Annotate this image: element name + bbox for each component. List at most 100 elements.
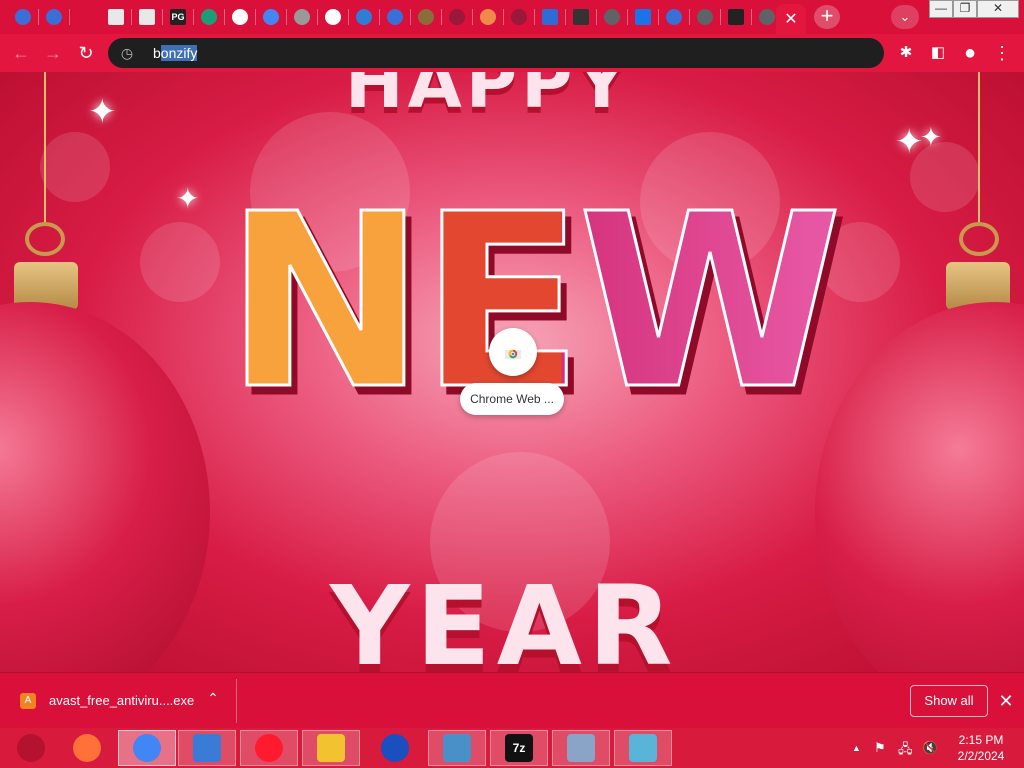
taskbar-malwarebytes[interactable]: [366, 730, 424, 766]
page-icon: [108, 9, 124, 25]
folder-icon: [317, 734, 345, 762]
tab-14[interactable]: [443, 4, 471, 30]
browser-toolbar: ← → ↻ ◷ bonzify ✱ ◧ ● ⋮: [0, 34, 1024, 72]
avatar-icon: [480, 9, 496, 25]
reload-button[interactable]: ↻: [73, 40, 99, 66]
globe-icon: [15, 9, 31, 25]
ornament-right: [815, 302, 1024, 672]
google-icon: [325, 9, 341, 25]
tab-23[interactable]: [722, 4, 750, 30]
back-button[interactable]: ←: [8, 40, 34, 66]
tab-separator: [472, 9, 473, 25]
taskbar-system-monitor[interactable]: [552, 730, 610, 766]
close-shelf-icon[interactable]: ✕: [996, 689, 1016, 713]
taskbar-file-explorer[interactable]: [302, 730, 360, 766]
shelf-divider: [236, 679, 237, 723]
pg-logo-icon: PG: [170, 9, 186, 25]
new-tab-page: ✦ ✦ ✦ ✦ HAPPY NEW YEAR Chrome Web ...: [0, 72, 1024, 672]
tab-11[interactable]: [350, 4, 378, 30]
download-shelf: A avast_free_antiviru....exe ⌃ Show all …: [0, 672, 1024, 728]
search-icon: [697, 9, 713, 25]
system-clock[interactable]: 2:15 PM 2/2/2024: [954, 732, 1008, 764]
7zip-icon: 7z: [505, 734, 533, 762]
tab-strip: PG ✕ + ⌄ — ❐ ✕: [0, 0, 1024, 34]
photo-icon: [443, 734, 471, 762]
tab-16[interactable]: [505, 4, 533, 30]
taskbar-control-panel[interactable]: [178, 730, 236, 766]
tab-5[interactable]: PG: [164, 4, 192, 30]
tab-8[interactable]: [257, 4, 285, 30]
tab-22[interactable]: [691, 4, 719, 30]
tab-separator: [720, 9, 721, 25]
action-center-flag-icon[interactable]: ⚑: [874, 740, 886, 756]
extensions-icon[interactable]: ✱: [893, 40, 919, 66]
side-panel-icon[interactable]: ◧: [925, 40, 951, 66]
show-all-button[interactable]: Show all: [910, 685, 988, 717]
close-tab-icon[interactable]: ✕: [784, 9, 797, 29]
tab-6[interactable]: [195, 4, 223, 30]
tab-9[interactable]: [288, 4, 316, 30]
address-bar[interactable]: ◷ bonzify: [108, 38, 884, 68]
tab-4[interactable]: [133, 4, 161, 30]
globe-icon: [666, 9, 682, 25]
chrome-icon: [133, 734, 161, 762]
taskbar-start[interactable]: [2, 730, 60, 766]
tab-separator: [410, 9, 411, 25]
taskbar-photos[interactable]: [428, 730, 486, 766]
tab-18[interactable]: [567, 4, 595, 30]
tab-10[interactable]: [319, 4, 347, 30]
robot-icon: [449, 9, 465, 25]
app-window-icon: [542, 9, 558, 25]
tab-21[interactable]: [660, 4, 688, 30]
restore-button[interactable]: ❐: [953, 0, 977, 18]
globe-icon: [387, 9, 403, 25]
taskbar-7zip[interactable]: 7z: [490, 730, 548, 766]
tab-7[interactable]: [226, 4, 254, 30]
tab-17[interactable]: [536, 4, 564, 30]
download-file-name[interactable]: avast_free_antiviru....exe: [49, 693, 194, 708]
taskbar-opera[interactable]: [240, 730, 298, 766]
new-tab-button[interactable]: +: [814, 5, 840, 29]
tab-1[interactable]: [9, 4, 37, 30]
tab-separator: [38, 9, 39, 25]
tab-3[interactable]: [102, 4, 130, 30]
tray-overflow-chevron-icon[interactable]: ▲: [852, 743, 861, 753]
window-close-button[interactable]: ✕: [977, 0, 1019, 18]
chrome-menu-icon[interactable]: ⋮: [989, 40, 1015, 66]
tab-separator: [751, 9, 752, 25]
tab-separator: [627, 9, 628, 25]
opera-icon: [255, 734, 283, 762]
address-text-selected: onzify: [160, 45, 198, 61]
address-input[interactable]: bonzify: [153, 44, 198, 62]
taskbar-firefox[interactable]: [58, 730, 116, 766]
search-icon: [604, 9, 620, 25]
taskbar-chrome[interactable]: [118, 730, 176, 766]
network-icon[interactable]: 🖧: [898, 740, 913, 762]
taskbar-notepad[interactable]: [614, 730, 672, 766]
tab-2[interactable]: [40, 4, 68, 30]
chrome-web-store-shortcut[interactable]: [489, 328, 537, 376]
tab-search-button[interactable]: ⌄: [891, 5, 919, 29]
tab-15[interactable]: [474, 4, 502, 30]
tab-separator: [565, 9, 566, 25]
monitor-icon: [567, 734, 595, 762]
tab-13[interactable]: [412, 4, 440, 30]
forward-button[interactable]: →: [40, 40, 66, 66]
tab-19[interactable]: [598, 4, 626, 30]
tab-separator: [348, 9, 349, 25]
tab-20[interactable]: [629, 4, 657, 30]
profile-icon[interactable]: ●: [957, 40, 983, 66]
chrome-web-store-label[interactable]: Chrome Web ...: [460, 383, 564, 415]
minimize-button[interactable]: —: [929, 0, 953, 18]
museum-icon: [728, 9, 744, 25]
edge-icon: [201, 9, 217, 25]
search-site-icon: [263, 9, 279, 25]
tab-12[interactable]: [381, 4, 409, 30]
volume-muted-icon[interactable]: 🔇: [922, 740, 938, 756]
download-options-chevron-icon[interactable]: ⌃: [204, 690, 222, 707]
tab-separator: [131, 9, 132, 25]
control-panel-icon: [193, 734, 221, 762]
globe-icon: [46, 9, 62, 25]
active-tab[interactable]: ✕: [776, 4, 806, 34]
book-icon: [573, 9, 589, 25]
